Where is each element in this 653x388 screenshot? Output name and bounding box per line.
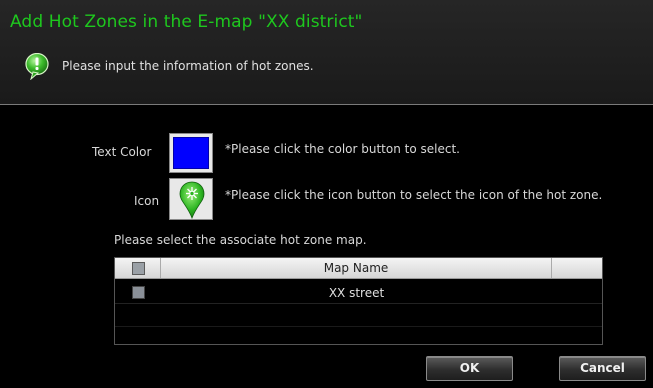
text-color-button[interactable] [169,133,213,173]
map-select-label: Please select the associate hot zone map… [114,233,367,247]
table-header: Map Name [115,258,602,279]
dialog-header: Add Hot Zones in the E-map "XX district"… [0,0,653,104]
ok-button[interactable]: OK [426,356,513,381]
map-name-cell: XX street [328,286,385,300]
text-color-label: Text Color [92,145,152,159]
header-divider [0,104,653,105]
cancel-button[interactable]: Cancel [559,356,646,381]
table-row[interactable]: XX street [115,282,602,304]
text-color-swatch [173,137,209,169]
hot-zone-map-table: Map Name XX street [114,257,603,345]
table-header-end-cell [552,258,602,278]
icon-hint: *Please click the icon button to select … [225,188,603,202]
text-color-hint: *Please click the color button to select… [225,142,460,156]
select-all-checkbox[interactable] [132,262,145,275]
dialog-title: Add Hot Zones in the E-map "XX district" [10,12,363,32]
info-bubble-icon [25,52,49,81]
table-header-check-cell [115,258,161,278]
row-checkbox[interactable] [132,286,145,299]
icon-select-button[interactable] [169,178,213,220]
icon-label: Icon [134,194,160,208]
add-hot-zones-dialog: Add Hot Zones in the E-map "XX district"… [0,0,653,388]
column-header-map-name: Map Name [161,258,552,278]
dialog-subtitle: Please input the information of hot zone… [62,59,314,73]
table-row-empty [115,305,602,327]
